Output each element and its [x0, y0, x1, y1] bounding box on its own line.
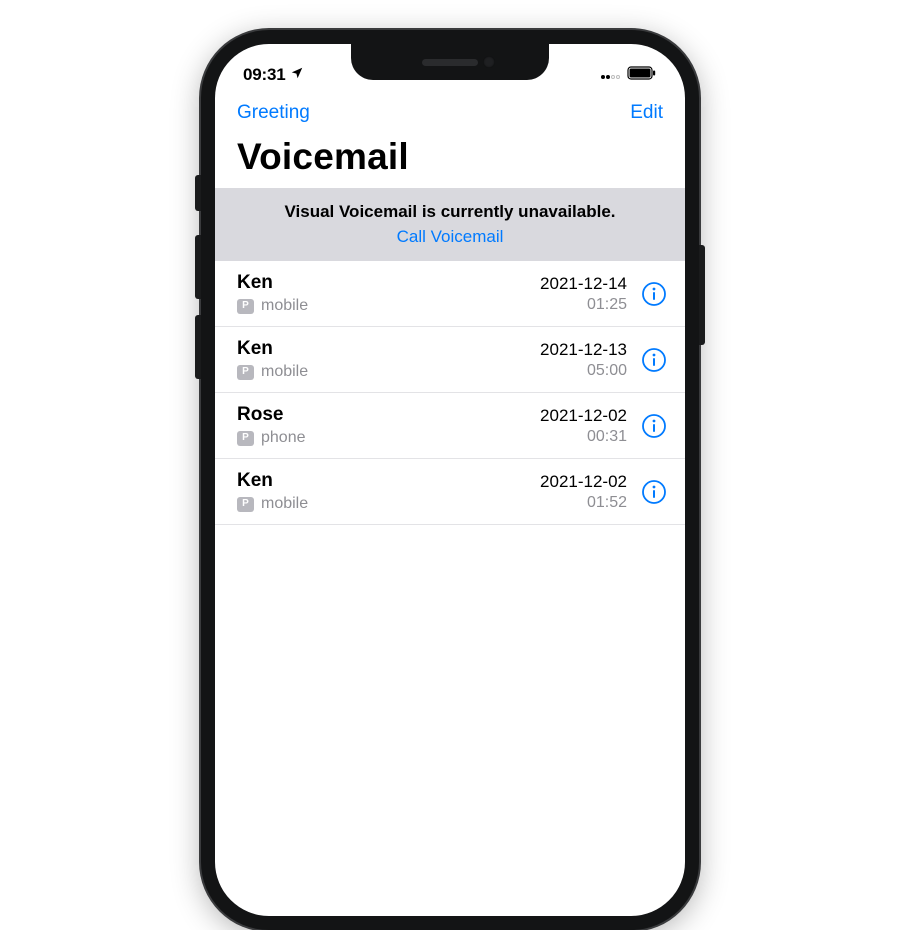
phone-label: mobile: [261, 297, 308, 315]
volume-up-button: [195, 235, 201, 299]
voicemail-row[interactable]: Ken P mobile 2021-12-14 01:25: [215, 261, 685, 327]
voicemail-meta: 2021-12-14 01:25: [540, 274, 627, 314]
voicemail-duration: 01:52: [540, 494, 627, 512]
status-right: [601, 66, 657, 85]
power-button: [699, 245, 705, 345]
caller-subline: P mobile: [237, 363, 540, 381]
unavailable-banner: Visual Voicemail is currently unavailabl…: [215, 188, 685, 261]
status-left: 09:31: [243, 65, 304, 85]
contact-badge-icon: P: [237, 365, 254, 380]
page-title: Voicemail: [215, 130, 685, 188]
phone-label: phone: [261, 429, 306, 447]
voicemail-main: Ken P mobile: [237, 470, 540, 513]
nav-bar: Greeting Edit: [215, 92, 685, 130]
voicemail-date: 2021-12-13: [540, 340, 627, 360]
voicemail-list: Ken P mobile 2021-12-14 01:25 Ken: [215, 261, 685, 525]
contact-badge-icon: P: [237, 299, 254, 314]
info-icon[interactable]: [641, 479, 667, 505]
caller-name: Ken: [237, 338, 540, 360]
caller-subline: P mobile: [237, 495, 540, 513]
status-time: 09:31: [243, 65, 285, 85]
battery-icon: [627, 66, 657, 85]
info-icon[interactable]: [641, 347, 667, 373]
call-voicemail-button[interactable]: Call Voicemail: [235, 225, 665, 250]
voicemail-main: Rose P phone: [237, 404, 540, 447]
voicemail-duration: 05:00: [540, 362, 627, 380]
contact-badge-icon: P: [237, 431, 254, 446]
info-icon[interactable]: [641, 281, 667, 307]
voicemail-row[interactable]: Ken P mobile 2021-12-13 05:00: [215, 327, 685, 393]
edit-button[interactable]: Edit: [630, 102, 663, 124]
caller-name: Ken: [237, 470, 540, 492]
contact-badge-icon: P: [237, 497, 254, 512]
voicemail-date: 2021-12-02: [540, 472, 627, 492]
voicemail-date: 2021-12-02: [540, 406, 627, 426]
speaker-grille: [422, 59, 478, 66]
voicemail-duration: 01:25: [540, 296, 627, 314]
unavailable-text: Visual Voicemail is currently unavailabl…: [235, 200, 665, 225]
phone-frame: 09:31: [201, 30, 699, 930]
voicemail-row[interactable]: Ken P mobile 2021-12-02 01:52: [215, 459, 685, 525]
caller-subline: P phone: [237, 429, 540, 447]
volume-down-button: [195, 315, 201, 379]
silent-switch: [195, 175, 201, 211]
location-arrow-icon: [290, 65, 304, 85]
voicemail-main: Ken P mobile: [237, 272, 540, 315]
phone-label: mobile: [261, 495, 308, 513]
voicemail-duration: 00:31: [540, 428, 627, 446]
screen: 09:31: [215, 44, 685, 916]
voicemail-row[interactable]: Rose P phone 2021-12-02 00:31: [215, 393, 685, 459]
caller-name: Rose: [237, 404, 540, 426]
notch: [351, 44, 549, 80]
front-camera: [483, 56, 495, 68]
cellular-signal-icon: [601, 66, 621, 84]
caller-name: Ken: [237, 272, 540, 294]
caller-subline: P mobile: [237, 297, 540, 315]
info-icon[interactable]: [641, 413, 667, 439]
voicemail-date: 2021-12-14: [540, 274, 627, 294]
voicemail-main: Ken P mobile: [237, 338, 540, 381]
voicemail-meta: 2021-12-13 05:00: [540, 340, 627, 380]
greeting-button[interactable]: Greeting: [237, 102, 310, 124]
voicemail-meta: 2021-12-02 00:31: [540, 406, 627, 446]
voicemail-meta: 2021-12-02 01:52: [540, 472, 627, 512]
phone-label: mobile: [261, 363, 308, 381]
